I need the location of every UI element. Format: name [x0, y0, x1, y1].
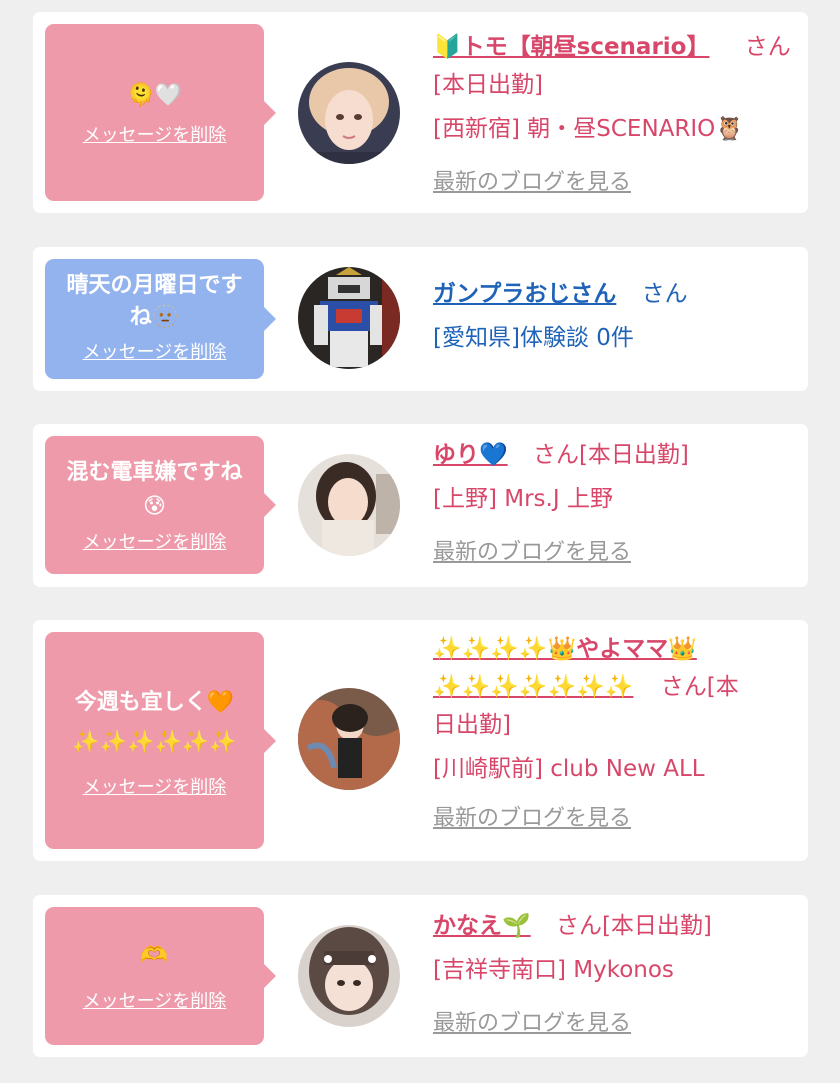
member-name-link-continued[interactable]: ✨✨✨✨✨✨✨ [433, 674, 633, 700]
avatar[interactable] [298, 62, 400, 164]
member-info: かなえ🌱 さん[本日出勤] [吉祥寺南口] Mykonos 最新のブログを見る [433, 907, 793, 1037]
area-shop-label: [西新宿] 朝・昼SCENARIO🦉 [433, 116, 744, 142]
status-label: [本 [706, 674, 739, 700]
delete-message-link[interactable]: メッセージを削除 [83, 773, 227, 799]
avatar[interactable] [298, 925, 400, 1027]
message-text: 晴天の月曜日です ね🫥 [66, 273, 243, 330]
member-name-link[interactable]: 🔰トモ【朝昼scenario】 [433, 34, 709, 60]
latest-blog-link[interactable]: 最新のブログを見る [433, 534, 631, 566]
member-name-link[interactable]: ✨✨✨✨👑やよママ👑 [433, 636, 697, 662]
status-label: [本日出勤] [578, 442, 689, 468]
member-name-link[interactable]: かなえ🌱 [433, 913, 531, 939]
honorific: さん [555, 913, 602, 939]
avatar[interactable] [298, 688, 400, 790]
avatar[interactable] [298, 454, 400, 556]
status-label: [本日出勤] [433, 72, 543, 98]
honorific: さん [532, 442, 579, 468]
honorific: さん [660, 674, 707, 700]
member-name-link[interactable]: ガンプラおじさん [433, 281, 616, 307]
message-bubble: 🫠🤍 メッセージを削除 [45, 24, 276, 201]
message-bubble: 🫶 メッセージを削除 [45, 907, 276, 1045]
area-shop-label: [川崎駅前] club New ALL [433, 756, 705, 782]
delete-message-link[interactable]: メッセージを削除 [83, 987, 227, 1013]
delete-message-link[interactable]: メッセージを削除 [83, 528, 227, 554]
message-bubble: 混む電車嫌ですね 😰 メッセージを削除 [45, 436, 276, 574]
message-card: 🫠🤍 メッセージを削除 🔰トモ【朝昼scenario】 さん [本日出勤] [西… [33, 12, 808, 213]
area-shop-label: [吉祥寺南口] Mykonos [433, 957, 674, 983]
member-name-link[interactable]: ゆり💙 [433, 442, 508, 468]
message-bubble: 今週も宜しく🧡 ✨✨✨✨✨✨ メッセージを削除 [45, 632, 276, 849]
latest-blog-link[interactable]: 最新のブログを見る [433, 164, 631, 196]
review-count-label: [愛知県]体験談 0件 [433, 325, 634, 351]
message-card: 今週も宜しく🧡 ✨✨✨✨✨✨ メッセージを削除 ✨✨✨✨👑やよママ👑 ✨✨✨✨✨… [33, 620, 808, 861]
status-label: [本日出勤] [601, 913, 712, 939]
delete-message-link[interactable]: メッセージを削除 [83, 338, 227, 364]
member-info: 🔰トモ【朝昼scenario】 さん [本日出勤] [西新宿] 朝・昼SCENA… [433, 28, 793, 196]
area-shop-label: [上野] Mrs.J 上野 [433, 486, 613, 512]
member-info: ゆり💙 さん[本日出勤] [上野] Mrs.J 上野 最新のブログを見る [433, 436, 793, 566]
member-info: ✨✨✨✨👑やよママ👑 ✨✨✨✨✨✨✨ さん[本 日出勤] [川崎駅前] club… [433, 630, 793, 832]
message-text: 混む電車嫌ですね 😰 [66, 460, 243, 519]
message-text: 今週も宜しく🧡 ✨✨✨✨✨✨ [72, 689, 237, 755]
message-text: 🫶 [140, 943, 169, 968]
message-card: 🫶 メッセージを削除 かなえ🌱 さん[本日出勤] [吉祥寺南口] Mykonos… [33, 895, 808, 1057]
member-info: ガンプラおじさん さん [愛知県]体験談 0件 [433, 275, 793, 357]
honorific: さん [641, 281, 688, 307]
avatar[interactable] [298, 267, 400, 369]
message-text: 🫠🤍 [127, 82, 182, 108]
delete-message-link[interactable]: メッセージを削除 [83, 121, 227, 147]
latest-blog-link[interactable]: 最新のブログを見る [433, 800, 631, 832]
message-card: 晴天の月曜日です ね🫥 メッセージを削除 ガンプラおじさん さん [愛知県]体験… [33, 247, 808, 391]
status-label-continued: 日出勤] [433, 712, 511, 738]
message-bubble: 晴天の月曜日です ね🫥 メッセージを削除 [45, 259, 276, 379]
honorific: さん [744, 34, 791, 60]
message-card: 混む電車嫌ですね 😰 メッセージを削除 ゆり💙 さん[本日出勤] [上野] Mr… [33, 424, 808, 587]
latest-blog-link[interactable]: 最新のブログを見る [433, 1005, 631, 1037]
